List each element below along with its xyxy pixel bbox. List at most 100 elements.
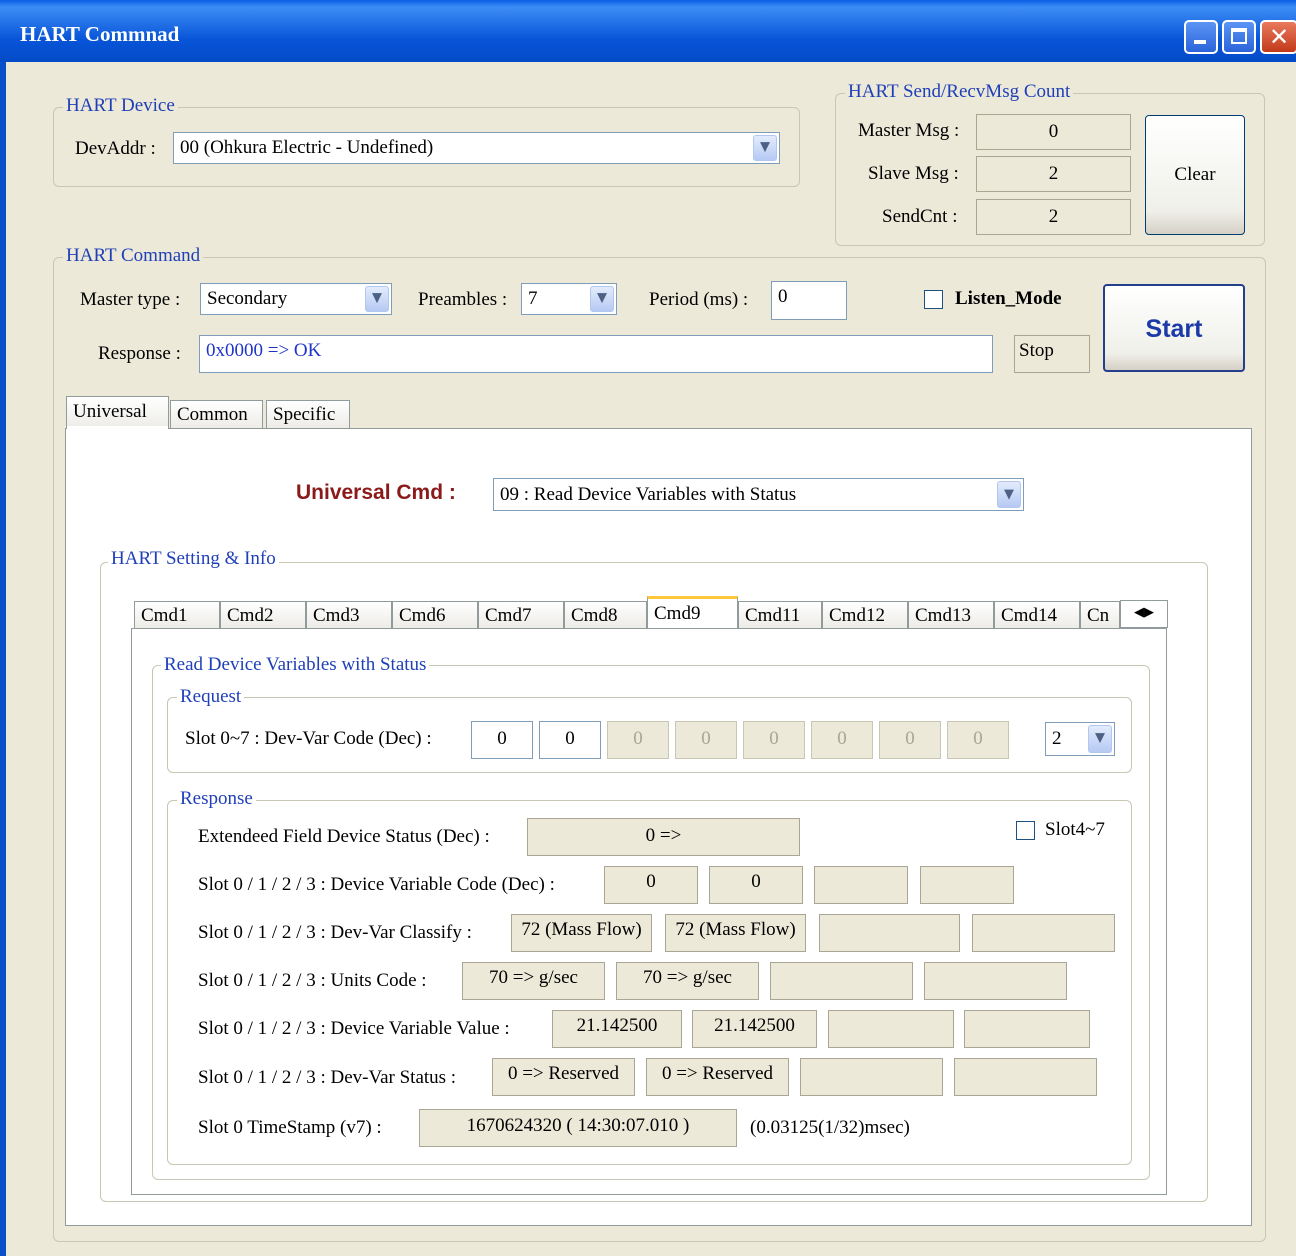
cmd-tab[interactable]: Cmd3 bbox=[306, 601, 392, 629]
ext-status-value: 0 => bbox=[527, 818, 800, 856]
var-code-box: 0 bbox=[604, 866, 698, 904]
listen-mode-checkbox[interactable] bbox=[924, 290, 943, 309]
status-box bbox=[954, 1058, 1097, 1096]
units-box bbox=[924, 962, 1067, 1000]
cmd-tab[interactable]: Cmd1 bbox=[134, 601, 220, 629]
values-box bbox=[964, 1010, 1090, 1048]
tab-universal[interactable]: Universal bbox=[66, 396, 169, 430]
classify-box: 72 (Mass Flow) bbox=[665, 914, 806, 952]
cmd-tab[interactable]: Cmd14 bbox=[994, 601, 1080, 629]
ext-status-label: Extendeed Field Device Status (Dec) : bbox=[198, 826, 490, 847]
units-box: 70 => g/sec bbox=[462, 962, 605, 1000]
master-type-label: Master type : bbox=[80, 289, 181, 310]
timestamp-label: Slot 0 TimeStamp (v7) : bbox=[198, 1117, 382, 1138]
slot-code-input[interactable]: 0 bbox=[675, 721, 737, 759]
timestamp-unit: (0.03125(1/32)msec) bbox=[750, 1117, 910, 1138]
clear-button[interactable]: Clear bbox=[1145, 115, 1245, 235]
units-label: Slot 0 / 1 / 2 / 3 : Units Code : bbox=[198, 970, 427, 991]
var-code-box bbox=[814, 866, 908, 904]
universal-cmd-select[interactable]: 09 : Read Device Variables with Status ▼ bbox=[493, 478, 1024, 511]
slave-msg-label: Slave Msg : bbox=[868, 163, 959, 184]
maximize-button[interactable] bbox=[1222, 20, 1256, 54]
response-group-label: Response bbox=[177, 788, 256, 810]
classify-box bbox=[972, 914, 1115, 952]
slave-msg-value: 2 bbox=[976, 156, 1131, 192]
devaddr-label: DevAddr : bbox=[75, 138, 156, 159]
master-msg-value: 0 bbox=[976, 114, 1131, 150]
cmd-tab[interactable]: Cmd8 bbox=[564, 601, 647, 629]
window-title: HART Commnad bbox=[20, 22, 180, 46]
values-box: 21.142500 bbox=[552, 1010, 682, 1048]
cmd-tab[interactable]: Cmd6 bbox=[392, 601, 478, 629]
tab-specific[interactable]: Specific bbox=[266, 400, 350, 429]
chevron-down-icon: ▼ bbox=[590, 286, 614, 312]
slot-code-input[interactable]: 0 bbox=[471, 721, 533, 759]
var-code-box bbox=[920, 866, 1014, 904]
period-input[interactable]: 0 bbox=[771, 281, 847, 320]
start-button[interactable]: Start bbox=[1103, 284, 1245, 372]
cmd-tab[interactable]: Cmd2 bbox=[220, 601, 306, 629]
classify-box: 72 (Mass Flow) bbox=[511, 914, 652, 952]
sendcnt-label: SendCnt : bbox=[882, 206, 958, 227]
slot-code-input[interactable]: 0 bbox=[607, 721, 669, 759]
status-box: 0 => Reserved bbox=[492, 1058, 635, 1096]
hart-setting-group-label: HART Setting & Info bbox=[108, 548, 279, 570]
classify-label: Slot 0 / 1 / 2 / 3 : Dev-Var Classify : bbox=[198, 922, 472, 943]
cmd-tab[interactable]: Cmd12 bbox=[822, 601, 908, 629]
close-button[interactable]: ✕ bbox=[1260, 20, 1296, 54]
close-icon: ✕ bbox=[1269, 23, 1290, 51]
values-box bbox=[828, 1010, 954, 1048]
values-box: 21.142500 bbox=[692, 1010, 817, 1048]
devaddr-select[interactable]: 00 (Ohkura Electric - Undefined) ▼ bbox=[173, 132, 780, 164]
master-msg-label: Master Msg : bbox=[858, 120, 960, 141]
preambles-select[interactable]: 7 ▼ bbox=[521, 283, 617, 315]
var-code-label: Slot 0 / 1 / 2 / 3 : Device Variable Cod… bbox=[198, 874, 555, 895]
cmd-tab[interactable]: Cmd13 bbox=[908, 601, 994, 629]
units-box: 70 => g/sec bbox=[616, 962, 759, 1000]
chevron-down-icon: ▼ bbox=[365, 286, 389, 312]
chevron-down-icon: ▼ bbox=[753, 135, 777, 161]
slot-code-input[interactable]: 0 bbox=[947, 721, 1009, 759]
preambles-value: 7 bbox=[528, 288, 538, 309]
hart-device-group-label: HART Device bbox=[63, 95, 178, 117]
listen-mode-label: Listen_Mode bbox=[955, 288, 1062, 309]
slot-code-input[interactable]: 0 bbox=[743, 721, 805, 759]
cmd-tab[interactable]: Cn bbox=[1080, 601, 1120, 629]
cmd-tab[interactable]: Cmd7 bbox=[478, 601, 564, 629]
chevron-down-icon: ▼ bbox=[1088, 725, 1112, 753]
tab-scroll-buttons[interactable]: ◀▶ bbox=[1120, 600, 1168, 628]
units-box bbox=[770, 962, 913, 1000]
sendcnt-value: 2 bbox=[976, 199, 1131, 235]
stop-indicator: Stop bbox=[1014, 335, 1090, 373]
slot-code-input[interactable]: 0 bbox=[539, 721, 601, 759]
request-group-label: Request bbox=[177, 686, 245, 708]
cmd-tab[interactable]: Cmd9 bbox=[647, 596, 738, 630]
master-type-value: Secondary bbox=[207, 288, 288, 309]
value-label: Slot 0 / 1 / 2 / 3 : Device Variable Val… bbox=[198, 1018, 510, 1039]
period-label: Period (ms) : bbox=[649, 289, 749, 310]
response-field[interactable]: 0x0000 => OK bbox=[199, 335, 993, 373]
minimize-button[interactable] bbox=[1184, 20, 1218, 54]
master-type-select[interactable]: Secondary ▼ bbox=[200, 283, 392, 315]
status-box bbox=[800, 1058, 943, 1096]
slot-code-label: Slot 0~7 : Dev-Var Code (Dec) : bbox=[185, 728, 432, 749]
status-label: Slot 0 / 1 / 2 / 3 : Dev-Var Status : bbox=[198, 1067, 457, 1088]
preambles-label: Preambles : bbox=[418, 289, 508, 310]
timestamp-value: 1670624320 ( 14:30:07.010 ) bbox=[419, 1109, 737, 1147]
read-device-vars-group-label: Read Device Variables with Status bbox=[161, 654, 430, 676]
response-label: Response : bbox=[98, 343, 181, 364]
slot-count-select[interactable]: 2 ▼ bbox=[1045, 722, 1115, 756]
tab-common[interactable]: Common bbox=[170, 400, 263, 429]
cmd-tab[interactable]: Cmd11 bbox=[738, 601, 822, 629]
chevron-right-icon[interactable]: ▶ bbox=[1144, 605, 1154, 620]
slot4-7-checkbox[interactable] bbox=[1016, 821, 1035, 840]
slot-count-value: 2 bbox=[1052, 728, 1062, 749]
slot4-7-label: Slot4~7 bbox=[1045, 819, 1105, 840]
classify-box bbox=[819, 914, 960, 952]
active-tab-joint bbox=[67, 426, 168, 430]
slot-code-input[interactable]: 0 bbox=[879, 721, 941, 759]
universal-cmd-label: Universal Cmd : bbox=[296, 481, 456, 504]
chevron-left-icon[interactable]: ◀ bbox=[1134, 605, 1144, 620]
msg-count-group-label: HART Send/RecvMsg Count bbox=[845, 81, 1074, 103]
slot-code-input[interactable]: 0 bbox=[811, 721, 873, 759]
